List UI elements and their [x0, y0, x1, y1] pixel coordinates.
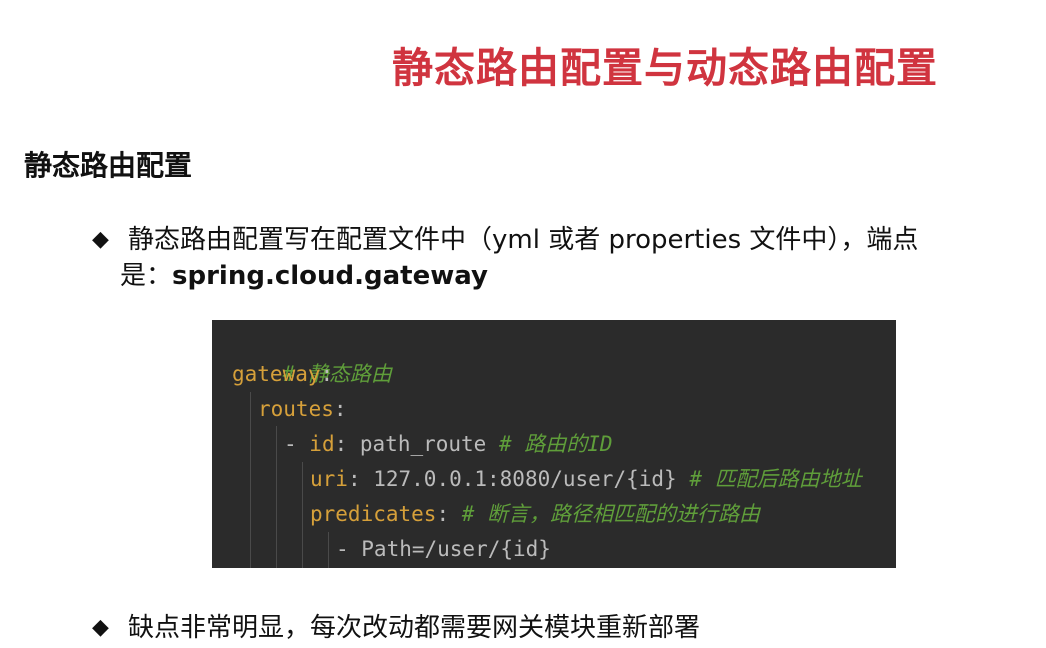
- code-comment: # 路由的ID: [498, 432, 613, 456]
- code-colon: :: [320, 362, 334, 386]
- section-heading: 静态路由配置: [24, 149, 193, 182]
- code-colon: :: [347, 467, 361, 491]
- code-line-2: gateway:: [232, 357, 333, 392]
- code-line-5: uri: 127.0.0.1:8080/user/{id} # 匹配后路由地址: [310, 462, 862, 497]
- code-colon: :: [334, 432, 348, 456]
- code-comment: # 匹配后路由地址: [689, 467, 862, 491]
- code-key-id: id: [309, 432, 335, 456]
- code-key-uri: uri: [310, 467, 348, 491]
- code-comment: # 断言，路径相匹配的进行路由: [449, 502, 761, 526]
- indent-guide: [328, 532, 329, 568]
- diamond-bullet-icon: ◆: [92, 227, 109, 252]
- bullet-text: 缺点非常明显，每次改动都需要网关模块重新部署: [128, 613, 701, 643]
- indent-guide: [302, 462, 303, 568]
- code-line-6: predicates: # 断言，路径相匹配的进行路由: [310, 497, 760, 532]
- bullet-static-route-desc: ◆ 静态路由配置写在配置文件中（yml 或者 properties 文件中），端点…: [92, 222, 1032, 294]
- endpoint-value: spring.cloud.gateway: [172, 261, 488, 291]
- code-key-predicates: predicates: [310, 502, 437, 526]
- indent-guide: [276, 426, 277, 568]
- diamond-bullet-icon: ◆: [92, 615, 109, 640]
- code-colon: :: [436, 502, 450, 526]
- code-line-1: # 静态路由: [232, 322, 392, 386]
- code-dash: -: [284, 432, 310, 456]
- code-line-3: routes:: [258, 392, 347, 427]
- code-value-id: path_route: [347, 432, 499, 456]
- bullet-text: 静态路由配置写在配置文件中（yml 或者 properties 文件中），端点: [128, 225, 919, 255]
- bullet-continuation: 是：spring.cloud.gateway: [92, 258, 1032, 294]
- code-value-uri: 127.0.0.1:8080/user/{id}: [360, 467, 690, 491]
- bullet-drawback: ◆ 缺点非常明显，每次改动都需要网关模块重新部署: [92, 610, 992, 646]
- code-list-item-path: - Path=/user/{id}: [336, 537, 551, 561]
- endpoint-prefix: 是：: [120, 261, 173, 291]
- yaml-code-block: # 静态路由 gateway: routes: - id: path_route…: [212, 320, 896, 568]
- code-line-7: - Path=/user/{id}: [336, 532, 551, 567]
- code-key-routes: routes: [258, 397, 334, 421]
- slide-title: 静态路由配置与动态路由配置: [392, 44, 938, 92]
- code-line-4: - id: path_route # 路由的ID: [284, 427, 613, 462]
- code-colon: :: [333, 397, 347, 421]
- code-key-gateway: gateway: [232, 362, 321, 386]
